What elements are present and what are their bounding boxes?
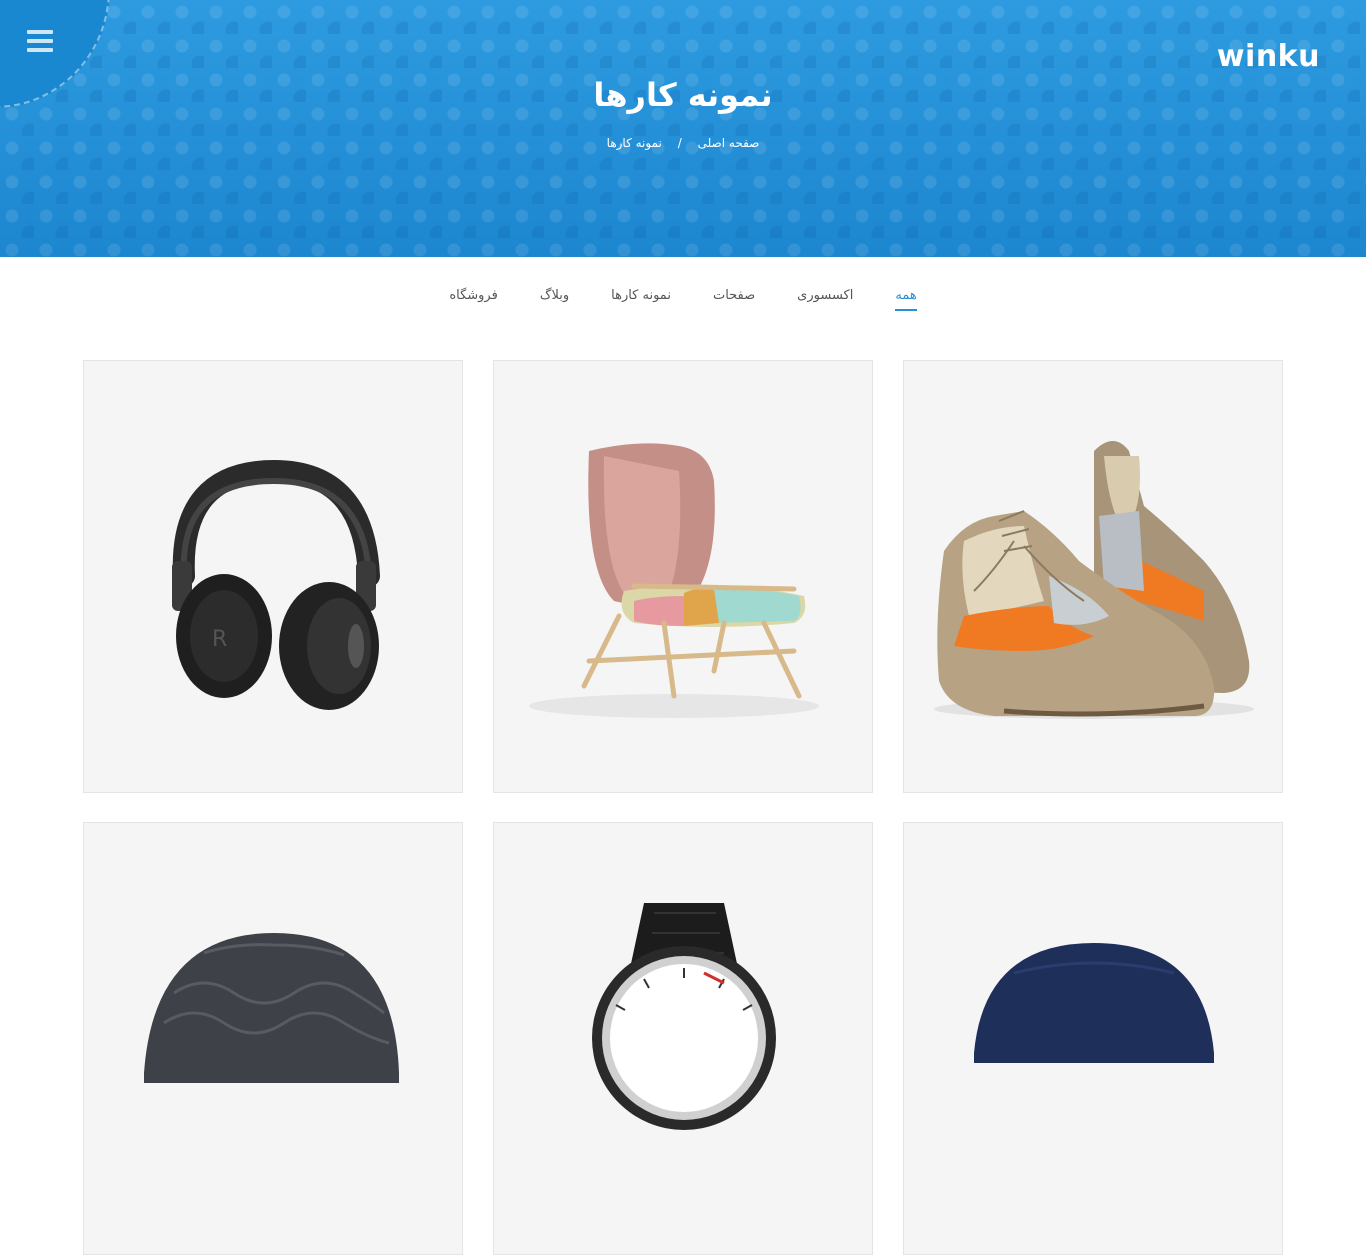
svg-text:R: R: [212, 627, 227, 652]
portfolio-item-watch[interactable]: [493, 822, 873, 1255]
portfolio-item-beanie-gray[interactable]: [83, 822, 463, 1255]
breadcrumb: صفحه اصلی / نمونه کارها: [0, 136, 1366, 150]
page-header-banner: winku نمونه کارها صفحه اصلی / نمونه کاره…: [0, 0, 1366, 257]
portfolio-item-beanie-blue[interactable]: [903, 822, 1283, 1255]
chair-image: [529, 443, 819, 718]
shoes-image: [934, 441, 1254, 719]
logo[interactable]: winku: [1216, 39, 1320, 74]
beanie-gray-image: [144, 933, 399, 1083]
headphones-image: R: [172, 459, 380, 710]
beanie-blue-image: [974, 943, 1214, 1063]
page-title: نمونه کارها: [593, 76, 773, 114]
portfolio-filter-tabs: همه اکسسوری صفحات نمونه کارها وبلاگ فروش…: [0, 288, 1366, 311]
hamburger-menu-icon[interactable]: [27, 30, 53, 52]
watch-image: [592, 903, 776, 1130]
filter-accessories[interactable]: اکسسوری: [797, 288, 853, 311]
filter-portfolio[interactable]: نمونه کارها: [611, 288, 671, 311]
logo-text: winku: [1216, 39, 1320, 74]
filter-shop[interactable]: فروشگاه: [449, 288, 498, 311]
portfolio-item-headphones[interactable]: R: [83, 360, 463, 793]
filter-pages[interactable]: صفحات: [713, 288, 755, 311]
portfolio-item-chair[interactable]: [493, 360, 873, 793]
breadcrumb-current: نمونه کارها: [606, 136, 662, 150]
filter-blog[interactable]: وبلاگ: [540, 288, 569, 311]
breadcrumb-home-link[interactable]: صفحه اصلی: [698, 136, 760, 150]
portfolio-item-shoes[interactable]: [903, 360, 1283, 793]
filter-all[interactable]: همه: [895, 288, 917, 311]
breadcrumb-separator: /: [677, 136, 682, 150]
